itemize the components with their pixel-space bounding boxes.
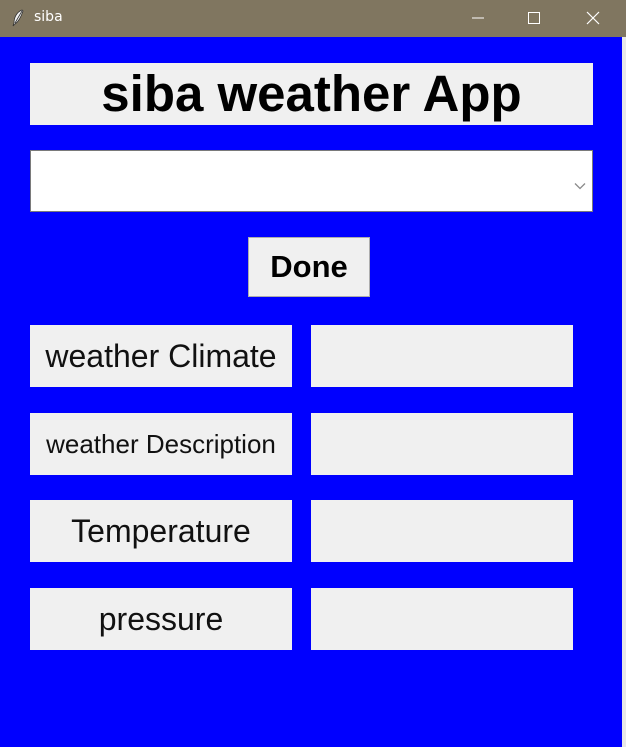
city-select[interactable]	[30, 150, 593, 212]
temperature-value	[311, 500, 573, 562]
description-label: weather Description	[30, 413, 292, 475]
climate-label: weather Climate	[30, 325, 292, 387]
maximize-button[interactable]	[506, 0, 562, 37]
description-value	[311, 413, 573, 475]
window-border	[622, 37, 626, 747]
close-button[interactable]	[565, 0, 621, 37]
minimize-icon	[472, 17, 484, 19]
feather-icon	[10, 9, 26, 27]
temperature-label: Temperature	[30, 500, 292, 562]
close-icon	[586, 11, 600, 25]
app-heading: siba weather App	[30, 63, 593, 125]
pressure-label: pressure	[30, 588, 292, 650]
done-button[interactable]: Done	[248, 237, 370, 297]
minimize-button[interactable]	[450, 0, 506, 37]
maximize-icon	[528, 12, 540, 24]
window-title: siba	[34, 9, 63, 25]
climate-value	[311, 325, 573, 387]
title-bar: siba	[0, 0, 626, 37]
chevron-down-icon[interactable]	[574, 177, 586, 195]
app-window: siba siba weather App Done weather Clima…	[0, 0, 626, 747]
pressure-value	[311, 588, 573, 650]
